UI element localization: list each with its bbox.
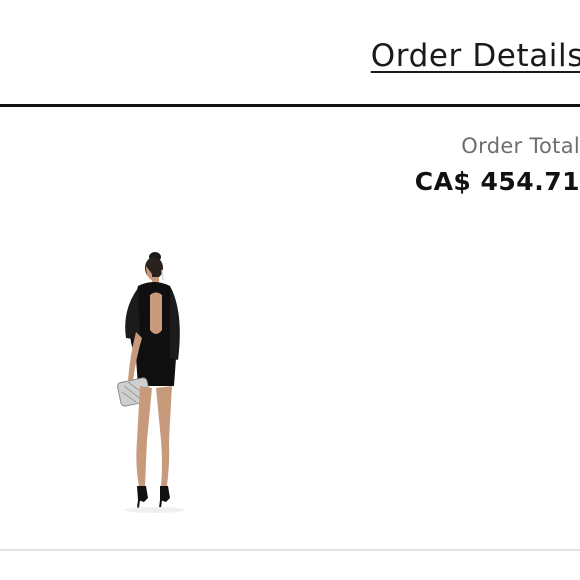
header-divider xyxy=(0,104,580,107)
footer-divider xyxy=(0,549,580,551)
order-total-label: Order Total xyxy=(461,134,580,158)
product-photo-icon xyxy=(117,252,185,513)
order-total-value: CA$ 454.71 xyxy=(414,167,580,196)
order-details-link[interactable]: Order Details xyxy=(371,38,580,74)
product-image[interactable] xyxy=(100,240,220,515)
